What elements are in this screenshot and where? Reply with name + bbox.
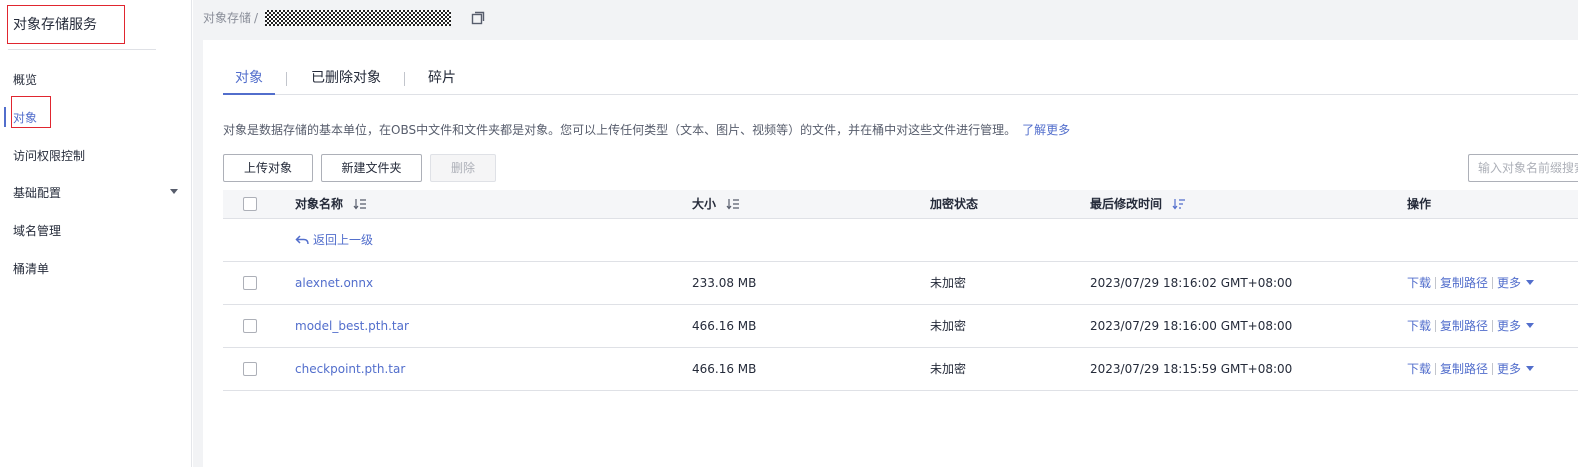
upload-object-button[interactable]: 上传对象 xyxy=(223,154,313,182)
learn-more-link[interactable]: 了解更多 xyxy=(1022,123,1070,137)
copy-icon[interactable] xyxy=(471,11,485,25)
header-name-label: 对象名称 xyxy=(295,197,344,211)
row-actions: 下载 复制路径 更多 xyxy=(1407,318,1535,334)
table-row: alexnet.onnx 233.08 MB 未加密 2023/07/29 18… xyxy=(223,262,1578,305)
row-actions: 下载 复制路径 更多 xyxy=(1407,275,1535,291)
copy-path-link[interactable]: 复制路径 xyxy=(1440,319,1488,333)
download-link[interactable]: 下载 xyxy=(1407,362,1431,376)
search-input[interactable] xyxy=(1468,154,1578,182)
object-modified: 2023/07/29 18:15:59 GMT+08:00 xyxy=(1090,362,1293,376)
row-checkbox[interactable] xyxy=(243,276,257,290)
action-divider xyxy=(1492,276,1494,289)
breadcrumb: 对象存储 / xyxy=(203,9,261,27)
more-dropdown[interactable]: 更多 xyxy=(1497,319,1521,333)
delete-button[interactable]: 删除 xyxy=(430,154,496,182)
chevron-down-icon[interactable] xyxy=(1526,366,1535,371)
action-divider xyxy=(1435,362,1437,375)
breadcrumb-root[interactable]: 对象存储 xyxy=(203,11,251,25)
content-card: 对象 已删除对象 碎片 对象是数据存储的基本单位，在OBS中文件和文件夹都是对象… xyxy=(203,40,1578,467)
chevron-down-icon[interactable] xyxy=(1526,323,1535,328)
back-row: 返回上一级 xyxy=(223,219,1578,262)
header-encryption: 加密状态 xyxy=(930,197,979,211)
bucket-name-redacted xyxy=(265,10,451,26)
sidebar-divider xyxy=(8,49,156,50)
download-link[interactable]: 下载 xyxy=(1407,319,1431,333)
header-modified[interactable]: 最后修改时间 xyxy=(1090,190,1186,219)
table-row: checkpoint.pth.tar 466.16 MB 未加密 2023/07… xyxy=(223,348,1578,391)
header-size[interactable]: 大小 xyxy=(692,190,740,219)
select-all-checkbox[interactable] xyxy=(243,197,257,211)
object-encryption: 未加密 xyxy=(930,319,967,333)
object-encryption: 未加密 xyxy=(930,276,967,290)
table-row: model_best.pth.tar 466.16 MB 未加密 2023/07… xyxy=(223,305,1578,348)
row-checkbox[interactable] xyxy=(243,362,257,376)
row-actions: 下载 复制路径 更多 xyxy=(1407,361,1535,377)
action-divider xyxy=(1492,362,1494,375)
header-size-label: 大小 xyxy=(692,197,717,211)
action-divider xyxy=(1435,276,1437,289)
chevron-down-icon[interactable] xyxy=(1526,280,1535,285)
tab-divider xyxy=(404,72,405,86)
main-area: 对象存储 / 对象 已删除对象 碎片 对象是数据存储的基本单位，在OBS中文件和文… xyxy=(193,0,1578,467)
sidebar-item-basic-config[interactable]: 基础配置 xyxy=(0,182,192,204)
highlight-box xyxy=(11,96,51,128)
service-title: 对象存储服务 xyxy=(7,5,125,44)
action-divider xyxy=(1435,319,1437,332)
object-size: 466.16 MB xyxy=(692,319,757,333)
back-to-parent-link[interactable]: 返回上一级 xyxy=(295,232,373,248)
header-actions: 操作 xyxy=(1407,197,1432,211)
sort-icon[interactable] xyxy=(353,198,367,210)
object-modified: 2023/07/29 18:16:02 GMT+08:00 xyxy=(1090,276,1293,290)
tab-bar: 对象 已删除对象 碎片 xyxy=(223,68,1578,95)
copy-path-link[interactable]: 复制路径 xyxy=(1440,276,1488,290)
tab-divider xyxy=(286,72,287,86)
sidebar: 对象存储服务 概览 对象 访问权限控制 基础配置 域名管理 桶清单 xyxy=(0,0,192,467)
object-name-link[interactable]: model_best.pth.tar xyxy=(295,318,409,334)
sort-icon[interactable] xyxy=(726,198,740,210)
more-dropdown[interactable]: 更多 xyxy=(1497,276,1521,290)
object-size: 233.08 MB xyxy=(692,276,757,290)
header-name[interactable]: 对象名称 xyxy=(295,190,367,219)
object-name-link[interactable]: checkpoint.pth.tar xyxy=(295,361,405,377)
sort-icon[interactable] xyxy=(1172,198,1186,210)
table-header: 对象名称 大小 加密状态 最后修改时间 操作 xyxy=(223,190,1578,219)
back-to-parent-label: 返回上一级 xyxy=(313,233,374,247)
tab-deleted-objects[interactable]: 已删除对象 xyxy=(311,68,381,95)
back-arrow-icon xyxy=(295,234,309,244)
chevron-down-icon[interactable] xyxy=(170,189,178,194)
breadcrumb-separator: / xyxy=(254,11,259,25)
tab-objects[interactable]: 对象 xyxy=(223,68,275,95)
sidebar-item-bucket-inventory[interactable]: 桶清单 xyxy=(0,258,192,280)
description: 对象是数据存储的基本单位，在OBS中文件和文件夹都是对象。您可以上传任何类型（文… xyxy=(223,122,1070,138)
object-modified: 2023/07/29 18:16:00 GMT+08:00 xyxy=(1090,319,1293,333)
object-encryption: 未加密 xyxy=(930,362,967,376)
copy-path-link[interactable]: 复制路径 xyxy=(1440,362,1488,376)
new-folder-button[interactable]: 新建文件夹 xyxy=(321,154,422,182)
description-text: 对象是数据存储的基本单位，在OBS中文件和文件夹都是对象。您可以上传任何类型（文… xyxy=(223,123,1017,137)
header-modified-label: 最后修改时间 xyxy=(1090,197,1163,211)
sidebar-item-access-control[interactable]: 访问权限控制 xyxy=(0,145,192,167)
row-checkbox[interactable] xyxy=(243,319,257,333)
sidebar-item-domain-management[interactable]: 域名管理 xyxy=(0,220,192,242)
action-divider xyxy=(1492,319,1494,332)
object-name-link[interactable]: alexnet.onnx xyxy=(295,275,373,291)
object-size: 466.16 MB xyxy=(692,362,757,376)
more-dropdown[interactable]: 更多 xyxy=(1497,362,1521,376)
tab-fragments[interactable]: 碎片 xyxy=(428,68,456,95)
sidebar-item-overview[interactable]: 概览 xyxy=(0,69,192,91)
download-link[interactable]: 下载 xyxy=(1407,276,1431,290)
